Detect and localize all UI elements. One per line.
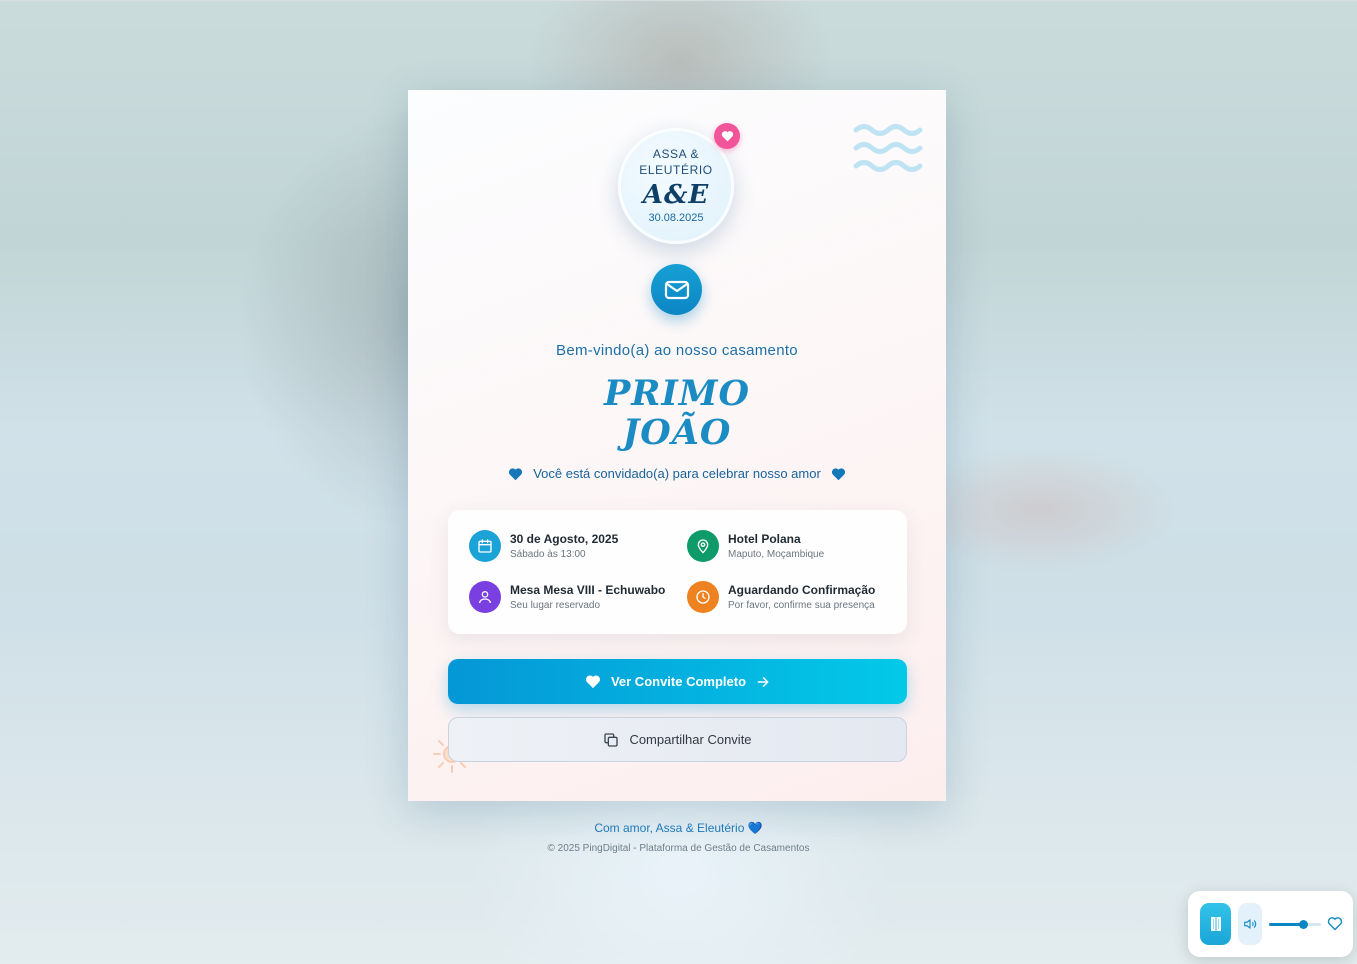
user-icon xyxy=(469,581,501,613)
view-full-invite-label: Ver Convite Completo xyxy=(610,674,747,689)
envelope-icon[interactable] xyxy=(651,264,702,315)
view-full-invite-button[interactable]: Ver Convite Completo xyxy=(448,659,907,704)
music-player xyxy=(1188,891,1353,957)
guest-name-line2: JOÃO xyxy=(622,412,732,453)
speaker-icon xyxy=(1244,919,1257,929)
couple-initials: A&E xyxy=(642,180,710,210)
volume-slider-knob[interactable] xyxy=(1298,920,1308,929)
detail-status-subtitle: Por favor, confirme sua presença xyxy=(728,600,875,611)
couple-monogram: ASSA & ELEUTÉRIO A&E 30.08.2025 xyxy=(618,128,734,244)
map-pin-icon xyxy=(687,530,719,562)
heart-icon xyxy=(831,467,845,480)
volume-slider-fill xyxy=(1269,923,1303,926)
pause-icon xyxy=(1210,917,1221,931)
volume-button[interactable] xyxy=(1238,903,1262,945)
footer-copyright: © 2025 PingDigital - Plataforma de Gestã… xyxy=(547,843,810,854)
pause-button[interactable] xyxy=(1200,903,1231,945)
detail-date: 30 de Agosto, 2025 Sábado às 13:00 xyxy=(469,530,618,562)
couple-names-line2: ELEUTÉRIO xyxy=(639,163,713,177)
welcome-text: Bem-vindo(a) ao nosso casamento xyxy=(556,342,798,359)
heart-icon xyxy=(585,675,600,689)
top-border xyxy=(0,0,1357,1)
footer-signature: Com amor, Assa & Eleutério 💙 xyxy=(594,821,763,835)
share-invite-button[interactable]: Compartilhar Convite xyxy=(448,717,907,762)
detail-table-title: Mesa Mesa VIII - Echuwabo xyxy=(510,583,666,597)
detail-table-subtitle: Seu lugar reservado xyxy=(510,600,601,611)
invite-message-text: Você está convidado(a) para celebrar nos… xyxy=(533,466,821,481)
couple-names-line1: ASSA & xyxy=(652,147,700,161)
detail-venue-subtitle: Maputo, Moçambique xyxy=(728,549,825,560)
detail-venue-title: Hotel Polana xyxy=(728,532,801,546)
heart-outline-icon[interactable] xyxy=(1327,916,1343,931)
guest-name: PRIMO JOÃO xyxy=(408,374,946,452)
heart-badge-icon xyxy=(714,123,740,149)
volume-slider[interactable] xyxy=(1269,920,1321,929)
detail-status: Aguardando Confirmação Por favor, confir… xyxy=(687,581,875,613)
calendar-icon xyxy=(469,530,501,562)
clock-icon xyxy=(687,581,719,613)
detail-venue: Hotel Polana Maputo, Moçambique xyxy=(687,530,824,562)
share-invite-label: Compartilhar Convite xyxy=(629,732,752,747)
invitation-card: ASSA & ELEUTÉRIO A&E 30.08.2025 Bem-vind… xyxy=(408,90,946,801)
arrow-right-icon xyxy=(757,676,769,687)
detail-status-title: Aguardando Confirmação xyxy=(728,583,876,597)
detail-date-title: 30 de Agosto, 2025 xyxy=(510,532,619,546)
copy-icon xyxy=(604,732,619,747)
event-details-panel: 30 de Agosto, 2025 Sábado às 13:00 Hotel… xyxy=(448,510,907,634)
invite-message: Você está convidado(a) para celebrar nos… xyxy=(408,466,946,481)
wedding-date-short: 30.08.2025 xyxy=(648,212,704,224)
waves-decoration-icon xyxy=(853,124,923,172)
couple-names: ASSA & ELEUTÉRIO xyxy=(618,146,734,178)
guest-name-line1: PRIMO xyxy=(603,373,750,414)
heart-icon xyxy=(509,467,523,480)
detail-table: Mesa Mesa VIII - Echuwabo Seu lugar rese… xyxy=(469,581,665,613)
detail-date-subtitle: Sábado às 13:00 xyxy=(510,549,586,560)
